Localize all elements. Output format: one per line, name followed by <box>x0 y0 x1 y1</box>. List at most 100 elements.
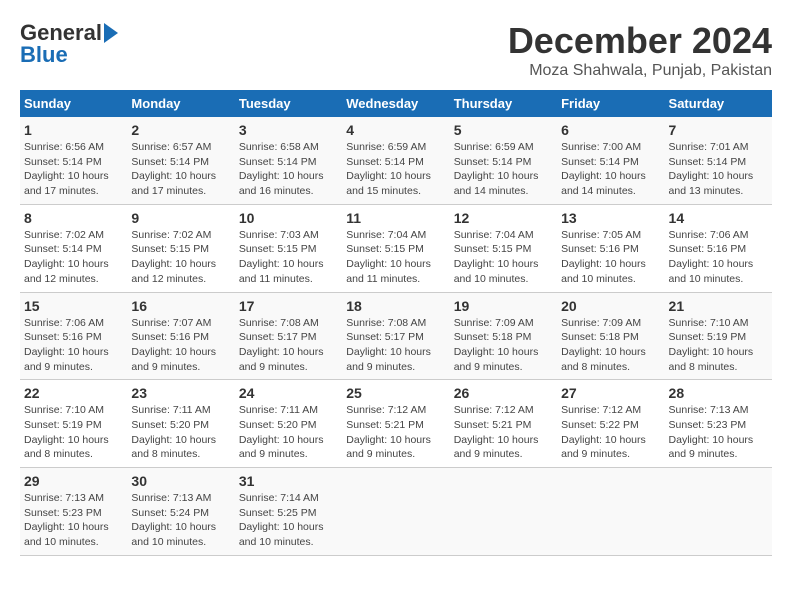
calendar-cell: 24 Sunrise: 7:11 AMSunset: 5:20 PMDaylig… <box>235 380 342 468</box>
day-number: 8 <box>24 210 123 226</box>
calendar-cell: 6 Sunrise: 7:00 AMSunset: 5:14 PMDayligh… <box>557 117 664 204</box>
col-header-thursday: Thursday <box>450 90 557 117</box>
calendar-cell: 27 Sunrise: 7:12 AMSunset: 5:22 PMDaylig… <box>557 380 664 468</box>
calendar-cell: 30 Sunrise: 7:13 AMSunset: 5:24 PMDaylig… <box>127 468 234 556</box>
calendar-cell: 28 Sunrise: 7:13 AMSunset: 5:23 PMDaylig… <box>665 380 772 468</box>
day-number: 29 <box>24 473 123 489</box>
day-info: Sunrise: 7:10 AMSunset: 5:19 PMDaylight:… <box>669 316 768 375</box>
calendar-cell: 31 Sunrise: 7:14 AMSunset: 5:25 PMDaylig… <box>235 468 342 556</box>
day-number: 25 <box>346 385 445 401</box>
day-info: Sunrise: 7:00 AMSunset: 5:14 PMDaylight:… <box>561 140 660 199</box>
calendar-cell: 23 Sunrise: 7:11 AMSunset: 5:20 PMDaylig… <box>127 380 234 468</box>
logo-blue: Blue <box>20 42 68 68</box>
day-number: 14 <box>669 210 768 226</box>
day-number: 20 <box>561 298 660 314</box>
calendar-cell: 4 Sunrise: 6:59 AMSunset: 5:14 PMDayligh… <box>342 117 449 204</box>
day-number: 10 <box>239 210 338 226</box>
day-number: 26 <box>454 385 553 401</box>
calendar-cell: 10 Sunrise: 7:03 AMSunset: 5:15 PMDaylig… <box>235 204 342 292</box>
day-number: 2 <box>131 122 230 138</box>
day-number: 31 <box>239 473 338 489</box>
day-number: 24 <box>239 385 338 401</box>
calendar-cell: 18 Sunrise: 7:08 AMSunset: 5:17 PMDaylig… <box>342 292 449 380</box>
col-header-wednesday: Wednesday <box>342 90 449 117</box>
day-info: Sunrise: 7:08 AMSunset: 5:17 PMDaylight:… <box>239 316 338 375</box>
day-number: 4 <box>346 122 445 138</box>
calendar-week-row: 29 Sunrise: 7:13 AMSunset: 5:23 PMDaylig… <box>20 468 772 556</box>
calendar-cell: 12 Sunrise: 7:04 AMSunset: 5:15 PMDaylig… <box>450 204 557 292</box>
logo-arrow-icon <box>104 23 118 43</box>
day-number: 16 <box>131 298 230 314</box>
calendar-week-row: 22 Sunrise: 7:10 AMSunset: 5:19 PMDaylig… <box>20 380 772 468</box>
day-number: 3 <box>239 122 338 138</box>
calendar-cell: 5 Sunrise: 6:59 AMSunset: 5:14 PMDayligh… <box>450 117 557 204</box>
calendar-cell: 11 Sunrise: 7:04 AMSunset: 5:15 PMDaylig… <box>342 204 449 292</box>
calendar-table: SundayMondayTuesdayWednesdayThursdayFrid… <box>20 90 772 556</box>
calendar-week-row: 8 Sunrise: 7:02 AMSunset: 5:14 PMDayligh… <box>20 204 772 292</box>
day-number: 19 <box>454 298 553 314</box>
calendar-cell: 1 Sunrise: 6:56 AMSunset: 5:14 PMDayligh… <box>20 117 127 204</box>
calendar-cell: 19 Sunrise: 7:09 AMSunset: 5:18 PMDaylig… <box>450 292 557 380</box>
day-number: 15 <box>24 298 123 314</box>
logo: General Blue <box>20 20 118 68</box>
calendar-cell: 13 Sunrise: 7:05 AMSunset: 5:16 PMDaylig… <box>557 204 664 292</box>
month-title: December 2024 <box>508 20 772 62</box>
day-info: Sunrise: 7:13 AMSunset: 5:23 PMDaylight:… <box>669 403 768 462</box>
calendar-cell: 26 Sunrise: 7:12 AMSunset: 5:21 PMDaylig… <box>450 380 557 468</box>
day-info: Sunrise: 6:58 AMSunset: 5:14 PMDaylight:… <box>239 140 338 199</box>
day-info: Sunrise: 7:13 AMSunset: 5:24 PMDaylight:… <box>131 491 230 550</box>
day-number: 21 <box>669 298 768 314</box>
calendar-cell: 21 Sunrise: 7:10 AMSunset: 5:19 PMDaylig… <box>665 292 772 380</box>
day-info: Sunrise: 6:57 AMSunset: 5:14 PMDaylight:… <box>131 140 230 199</box>
day-number: 11 <box>346 210 445 226</box>
day-number: 12 <box>454 210 553 226</box>
calendar-cell: 20 Sunrise: 7:09 AMSunset: 5:18 PMDaylig… <box>557 292 664 380</box>
day-info: Sunrise: 7:09 AMSunset: 5:18 PMDaylight:… <box>454 316 553 375</box>
day-info: Sunrise: 7:02 AMSunset: 5:14 PMDaylight:… <box>24 228 123 287</box>
day-info: Sunrise: 7:14 AMSunset: 5:25 PMDaylight:… <box>239 491 338 550</box>
day-number: 18 <box>346 298 445 314</box>
calendar-cell: 14 Sunrise: 7:06 AMSunset: 5:16 PMDaylig… <box>665 204 772 292</box>
day-info: Sunrise: 6:56 AMSunset: 5:14 PMDaylight:… <box>24 140 123 199</box>
calendar-cell: 7 Sunrise: 7:01 AMSunset: 5:14 PMDayligh… <box>665 117 772 204</box>
day-number: 17 <box>239 298 338 314</box>
day-number: 6 <box>561 122 660 138</box>
day-info: Sunrise: 7:11 AMSunset: 5:20 PMDaylight:… <box>131 403 230 462</box>
day-number: 30 <box>131 473 230 489</box>
day-number: 5 <box>454 122 553 138</box>
calendar-cell <box>557 468 664 556</box>
day-info: Sunrise: 7:12 AMSunset: 5:22 PMDaylight:… <box>561 403 660 462</box>
calendar-week-row: 15 Sunrise: 7:06 AMSunset: 5:16 PMDaylig… <box>20 292 772 380</box>
calendar-cell: 29 Sunrise: 7:13 AMSunset: 5:23 PMDaylig… <box>20 468 127 556</box>
day-info: Sunrise: 7:01 AMSunset: 5:14 PMDaylight:… <box>669 140 768 199</box>
day-number: 22 <box>24 385 123 401</box>
col-header-monday: Monday <box>127 90 234 117</box>
location: Moza Shahwala, Punjab, Pakistan <box>508 62 772 80</box>
calendar-cell: 8 Sunrise: 7:02 AMSunset: 5:14 PMDayligh… <box>20 204 127 292</box>
col-header-sunday: Sunday <box>20 90 127 117</box>
calendar-week-row: 1 Sunrise: 6:56 AMSunset: 5:14 PMDayligh… <box>20 117 772 204</box>
calendar-cell: 22 Sunrise: 7:10 AMSunset: 5:19 PMDaylig… <box>20 380 127 468</box>
page-header: General Blue December 2024 Moza Shahwala… <box>20 20 772 80</box>
day-number: 7 <box>669 122 768 138</box>
day-info: Sunrise: 7:06 AMSunset: 5:16 PMDaylight:… <box>669 228 768 287</box>
day-info: Sunrise: 6:59 AMSunset: 5:14 PMDaylight:… <box>346 140 445 199</box>
calendar-cell <box>450 468 557 556</box>
day-info: Sunrise: 7:06 AMSunset: 5:16 PMDaylight:… <box>24 316 123 375</box>
day-info: Sunrise: 7:03 AMSunset: 5:15 PMDaylight:… <box>239 228 338 287</box>
col-header-tuesday: Tuesday <box>235 90 342 117</box>
day-info: Sunrise: 7:12 AMSunset: 5:21 PMDaylight:… <box>454 403 553 462</box>
calendar-cell: 25 Sunrise: 7:12 AMSunset: 5:21 PMDaylig… <box>342 380 449 468</box>
day-number: 13 <box>561 210 660 226</box>
calendar-cell: 9 Sunrise: 7:02 AMSunset: 5:15 PMDayligh… <box>127 204 234 292</box>
calendar-cell: 3 Sunrise: 6:58 AMSunset: 5:14 PMDayligh… <box>235 117 342 204</box>
calendar-cell <box>665 468 772 556</box>
calendar-cell <box>342 468 449 556</box>
day-info: Sunrise: 7:10 AMSunset: 5:19 PMDaylight:… <box>24 403 123 462</box>
day-info: Sunrise: 6:59 AMSunset: 5:14 PMDaylight:… <box>454 140 553 199</box>
title-area: December 2024 Moza Shahwala, Punjab, Pak… <box>508 20 772 80</box>
col-header-saturday: Saturday <box>665 90 772 117</box>
day-info: Sunrise: 7:04 AMSunset: 5:15 PMDaylight:… <box>346 228 445 287</box>
day-info: Sunrise: 7:09 AMSunset: 5:18 PMDaylight:… <box>561 316 660 375</box>
calendar-cell: 15 Sunrise: 7:06 AMSunset: 5:16 PMDaylig… <box>20 292 127 380</box>
